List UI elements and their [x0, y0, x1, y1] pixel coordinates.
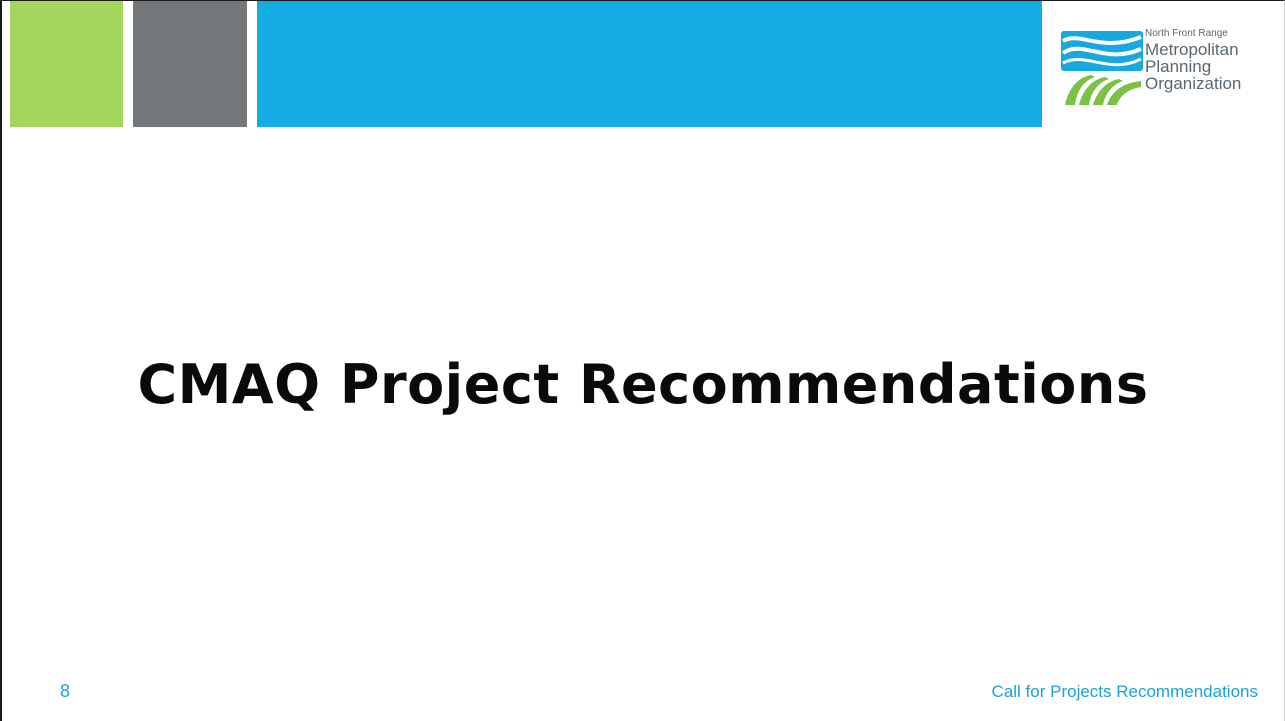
blue-header-banner [257, 1, 1042, 127]
slide-title: CMAQ Project Recommendations [137, 353, 1149, 416]
logo-wordmark: North Front Range Metropolitan Planning … [1145, 28, 1242, 93]
nfrmpo-logo: North Front Range Metropolitan Planning … [1061, 23, 1281, 115]
logo-line-organization: Organization [1145, 74, 1242, 93]
waves-and-fields-logo-icon [1061, 31, 1143, 105]
logo-line-planning: Planning [1145, 57, 1212, 76]
presentation-slide: North Front Range Metropolitan Planning … [0, 0, 1285, 721]
logo-line-metropolitan: Metropolitan [1145, 40, 1239, 59]
gray-accent-block [133, 1, 247, 127]
slide-footer: Call for Projects Recommendations [991, 682, 1258, 701]
green-accent-block [10, 1, 123, 127]
logo-line-north-front-range: North Front Range [1145, 28, 1228, 39]
slide-number: 8 [60, 681, 71, 701]
